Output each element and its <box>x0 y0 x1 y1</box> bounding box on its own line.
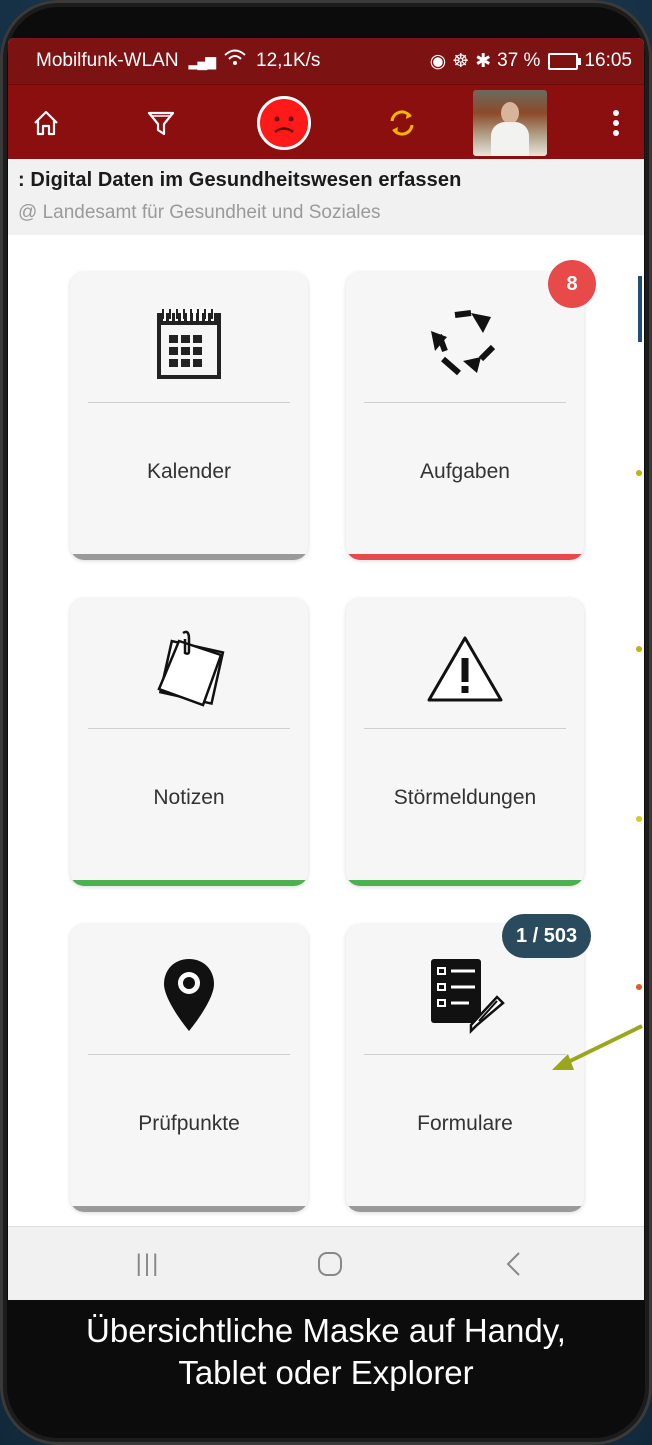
tile-stripe <box>346 880 584 886</box>
more-vert-icon[interactable] <box>604 85 628 160</box>
mood-button[interactable] <box>254 85 314 160</box>
sticky-notes-icon <box>70 624 308 714</box>
calendar-icon <box>70 298 308 388</box>
profile-button[interactable] <box>470 85 550 160</box>
side-dot <box>636 646 642 652</box>
tile-stoermeldungen[interactable]: Störmeldungen <box>346 598 584 886</box>
phone-frame: Mobilfunk-WLAN ▂▄▆ 12,1K/s ◉ ☸ ✱ 37 % 16… <box>0 0 652 1445</box>
side-dot <box>636 816 642 822</box>
bluetooth-icon: ✱ <box>475 50 492 72</box>
side-dot <box>636 984 642 990</box>
warning-icon <box>346 624 584 714</box>
recents-button[interactable]: ||| <box>118 1227 178 1300</box>
home-icon[interactable] <box>22 85 70 160</box>
tile-stripe <box>70 880 308 886</box>
tile-divider <box>364 402 566 403</box>
tile-divider <box>364 1054 566 1055</box>
tile-stripe <box>70 554 308 560</box>
caption-line-1: Übersichtliche Maske auf Handy, <box>86 1312 566 1349</box>
tile-label: Störmeldungen <box>393 786 537 809</box>
page-header: : Digital Daten im Gesundheitswesen erfa… <box>8 159 644 235</box>
signal-icon: ▂▄▆ <box>188 52 216 69</box>
map-pin-icon <box>70 950 308 1040</box>
battery-percent: 37 % <box>497 50 541 71</box>
recycle-arrows-icon <box>346 298 584 388</box>
tile-label: Prüfpunkte <box>138 1112 240 1135</box>
sync-icon[interactable] <box>378 85 426 160</box>
nfc-icon: ◉ <box>429 50 447 72</box>
tile-label: Aufgaben <box>420 460 510 483</box>
eye-comfort-icon: ☸ <box>452 50 470 72</box>
tile-stripe <box>70 1206 308 1212</box>
status-left: Mobilfunk-WLAN ▂▄▆ 12,1K/s <box>36 49 320 73</box>
clock: 16:05 <box>584 50 632 71</box>
side-indicator <box>638 276 642 342</box>
sad-face-icon <box>257 95 311 150</box>
tile-pruefpunkte[interactable]: Prüfpunkte <box>70 924 308 1212</box>
tile-notizen[interactable]: Notizen <box>70 598 308 886</box>
promo-caption: Übersichtliche Maske auf Handy, Tablet o… <box>0 1310 652 1394</box>
status-bar: Mobilfunk-WLAN ▂▄▆ 12,1K/s ◉ ☸ ✱ 37 % 16… <box>8 38 644 84</box>
tile-stripe <box>346 554 584 560</box>
status-right: ◉ ☸ ✱ 37 % 16:05 <box>430 50 632 73</box>
tile-label: Notizen <box>153 786 225 809</box>
avatar <box>473 89 547 156</box>
side-dot <box>636 470 642 476</box>
wifi-icon <box>224 49 246 73</box>
tile-stripe <box>346 1206 584 1212</box>
annotation-arrow <box>552 1024 643 1070</box>
network-speed: 12,1K/s <box>256 50 321 71</box>
system-nav-bar: ||| <box>8 1226 644 1300</box>
home-nav-button[interactable] <box>300 1227 360 1300</box>
caption-line-2: Tablet oder Explorer <box>178 1354 474 1391</box>
app-toolbar <box>8 84 644 160</box>
page-title: : Digital Daten im Gesundheitswesen erfa… <box>18 169 462 191</box>
formulare-count-badge: 1 / 503 <box>502 914 592 958</box>
battery-icon <box>548 52 582 70</box>
tile-divider <box>364 728 566 729</box>
tile-aufgaben[interactable]: Aufgaben <box>346 272 584 560</box>
tile-divider <box>88 1054 290 1055</box>
tile-label: Formulare <box>417 1112 513 1135</box>
tile-label: Kalender <box>146 460 232 483</box>
aufgaben-count-badge: 8 <box>548 260 596 308</box>
back-button[interactable] <box>484 1227 544 1300</box>
carrier-label: Mobilfunk-WLAN <box>36 50 179 71</box>
tile-kalender[interactable]: Kalender <box>70 272 308 560</box>
tile-divider <box>88 728 290 729</box>
app-screen: Mobilfunk-WLAN ▂▄▆ 12,1K/s ◉ ☸ ✱ 37 % 16… <box>8 38 644 1300</box>
filter-icon[interactable] <box>136 85 186 160</box>
page-subtitle: @ Landesamt für Gesundheit und Soziales <box>18 202 381 223</box>
tile-divider <box>88 402 290 403</box>
